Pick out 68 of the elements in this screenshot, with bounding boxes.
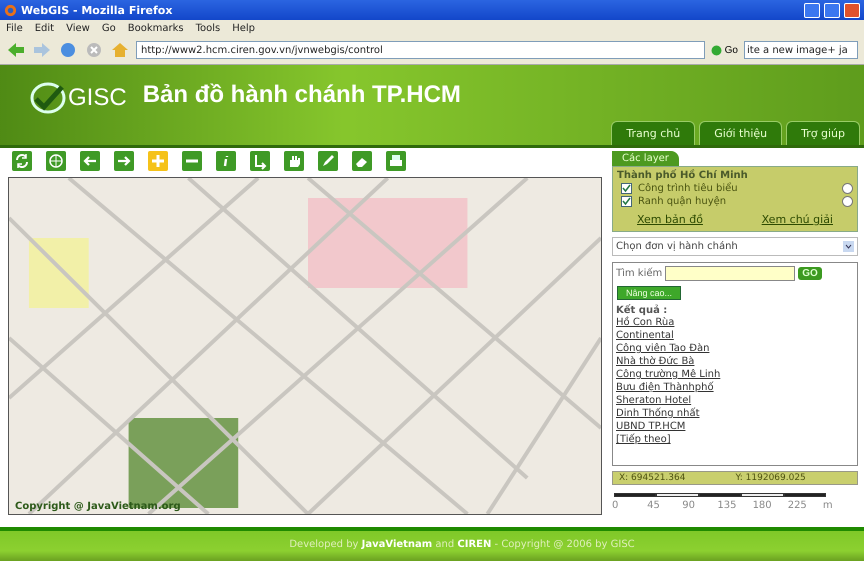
layer-label: Công trình tiêu biểu <box>638 183 739 194</box>
layer-link[interactable]: Xem bản đồ <box>637 213 703 226</box>
search-input[interactable] <box>665 266 796 281</box>
search-label: Tìm kiếm <box>616 268 662 279</box>
zoom-out-tool-icon[interactable] <box>182 151 202 171</box>
menu-item[interactable]: Tools <box>196 22 220 34</box>
scale-label: 180 <box>752 500 773 511</box>
scale-unit: m <box>822 500 834 511</box>
window-title: WebGIS - Mozilla Firefox <box>21 4 174 16</box>
pencil-tool-icon[interactable] <box>318 151 338 171</box>
close-button[interactable] <box>844 2 860 18</box>
nav-tab[interactable]: Trợ giúp <box>786 121 860 145</box>
browser-logo-icon <box>4 4 17 16</box>
result-link[interactable]: Hồ Con Rùa <box>616 317 854 329</box>
map-copyright: Copyright @ JavaVietnam.org <box>15 501 181 512</box>
print-tool-icon[interactable] <box>386 151 406 171</box>
hand-tool-icon[interactable] <box>284 151 304 171</box>
scale-label: 90 <box>682 500 696 511</box>
minimize-button[interactable] <box>804 2 820 18</box>
menu-item[interactable]: Edit <box>34 22 54 34</box>
menu-item[interactable]: Go <box>102 22 116 34</box>
results-heading: Kết quả : <box>616 305 668 316</box>
right-tool-icon[interactable] <box>114 151 134 171</box>
nav-tab[interactable]: Giới thiệu <box>699 121 782 145</box>
scale-label: 135 <box>717 500 738 511</box>
result-link[interactable]: Bưu điện Thànhphố <box>616 382 854 394</box>
result-link[interactable]: Sheraton Hotel <box>616 395 854 407</box>
route-tool-icon[interactable] <box>250 151 270 171</box>
result-link[interactable]: Công trường Mê Linh <box>616 369 854 381</box>
go-button[interactable]: Go <box>710 44 738 56</box>
back-arrow-icon[interactable] <box>6 41 26 59</box>
layer-radio[interactable] <box>842 183 853 194</box>
layer-checkbox[interactable] <box>621 196 632 207</box>
result-link[interactable]: Continental <box>616 330 854 342</box>
menu-item[interactable]: Bookmarks <box>128 22 184 34</box>
menu-item[interactable]: View <box>66 22 90 34</box>
layer-group-title: Thành phố Hồ Chí Minh <box>617 170 749 181</box>
menu-item[interactable]: File <box>6 22 23 34</box>
left-tool-icon[interactable] <box>80 151 100 171</box>
layer-label: Ranh quận huyện <box>638 196 728 207</box>
refresh-tool-icon[interactable] <box>12 151 32 171</box>
next-page-link[interactable]: [Tiếp theo] <box>616 434 854 446</box>
layer-link[interactable]: Xem chú giải <box>762 213 833 226</box>
footer-text: Developed by JavaVietnam and CIREN - Copyright @ 2006 by GISC <box>289 538 635 550</box>
eraser-tool-icon[interactable] <box>352 151 372 171</box>
scale-label: 225 <box>788 500 808 511</box>
result-link[interactable]: UBND TP.HCM <box>616 421 854 433</box>
logo-text: GISC <box>68 84 127 112</box>
map-drawing[interactable] <box>9 178 601 514</box>
stop-icon[interactable] <box>84 41 104 59</box>
result-link[interactable]: Nhà thờ Đức Bà <box>616 356 854 368</box>
search-field[interactable]: ite a new image+ ja <box>744 41 858 59</box>
nav-tab[interactable]: Trang chủ <box>611 121 696 145</box>
district-dropdown[interactable]: Chọn đơn vị hành chánh <box>612 237 858 256</box>
result-link[interactable]: Dinh Thống nhất <box>616 408 854 420</box>
page-title: Bản đồ hành chánh TP.HCM <box>142 81 462 109</box>
result-link[interactable]: Công viên Tao Đàn <box>616 343 854 355</box>
scale-label: 0 <box>612 500 620 511</box>
menu-item[interactable]: Help <box>232 22 256 34</box>
layer-checkbox[interactable] <box>621 183 632 194</box>
globe-tool-icon[interactable] <box>46 151 66 171</box>
maximize-button[interactable] <box>824 2 840 18</box>
info-tool-icon[interactable] <box>216 151 236 171</box>
checkmark-logo-icon <box>30 81 66 115</box>
coordinates-bar: X: 694521.364 Y: 1192069.025 <box>612 471 858 485</box>
layer-radio[interactable] <box>842 196 853 207</box>
scale-label: 45 <box>647 500 661 511</box>
address-field[interactable]: http://www2.hcm.ciren.gov.vn/jvnwebgis/control <box>136 41 705 59</box>
